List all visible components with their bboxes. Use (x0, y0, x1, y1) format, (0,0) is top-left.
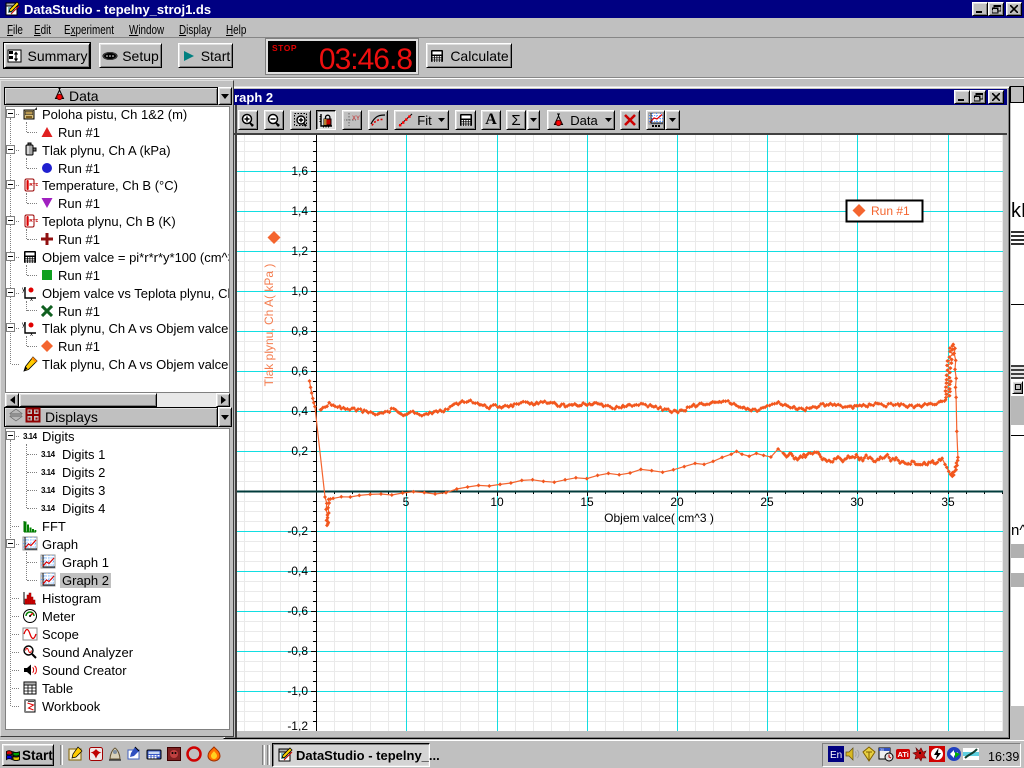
svg-text:Objem valce( cm^3 ): Objem valce( cm^3 ) (604, 511, 714, 525)
svg-text:3.14: 3.14 (41, 486, 56, 495)
svg-text:-0,8: -0,8 (287, 644, 308, 658)
svg-text:XY: XY (352, 116, 360, 122)
svg-text:RTD: RTD (29, 182, 38, 187)
svg-text:x: x (30, 297, 33, 301)
svg-text:0,6: 0,6 (291, 364, 308, 378)
svg-text:ATi: ATi (898, 750, 909, 759)
svg-text:-0,6: -0,6 (287, 604, 308, 618)
svg-text:Tlak plynu, Ch A( kPa ): Tlak plynu, Ch A( kPa ) (262, 264, 276, 387)
svg-text:-1,2: -1,2 (287, 719, 308, 731)
svg-text:1,2: 1,2 (291, 244, 308, 258)
svg-text:-0,4: -0,4 (287, 564, 308, 578)
svg-text:Run #1: Run #1 (871, 204, 910, 218)
svg-text:3.14: 3.14 (41, 468, 56, 477)
svg-text:1,0: 1,0 (291, 284, 308, 298)
svg-text:1,6: 1,6 (291, 164, 308, 178)
svg-text:3.14: 3.14 (23, 432, 38, 441)
svg-text:En: En (830, 750, 842, 761)
svg-text:10: 10 (490, 495, 504, 509)
svg-text:0,2: 0,2 (291, 444, 308, 458)
svg-text:30: 30 (850, 495, 864, 509)
svg-text:y: y (22, 322, 25, 328)
svg-text:30: 30 (880, 748, 884, 752)
svg-text:5: 5 (403, 495, 410, 509)
svg-text:y: y (22, 287, 25, 293)
svg-text:0,4: 0,4 (291, 404, 308, 418)
svg-text:RTD: RTD (29, 218, 38, 223)
svg-text:-0,2: -0,2 (287, 524, 308, 538)
svg-text:35: 35 (941, 495, 955, 509)
svg-text:20: 20 (670, 495, 684, 509)
svg-text:0,8: 0,8 (291, 324, 308, 338)
svg-text:3.14: 3.14 (41, 450, 56, 459)
svg-text:x: x (30, 332, 33, 336)
svg-text:1,4: 1,4 (291, 204, 308, 218)
svg-text:3.14: 3.14 (41, 504, 56, 513)
svg-text:15: 15 (580, 495, 594, 509)
svg-text:25: 25 (760, 495, 774, 509)
svg-text:-1,0: -1,0 (287, 684, 308, 698)
